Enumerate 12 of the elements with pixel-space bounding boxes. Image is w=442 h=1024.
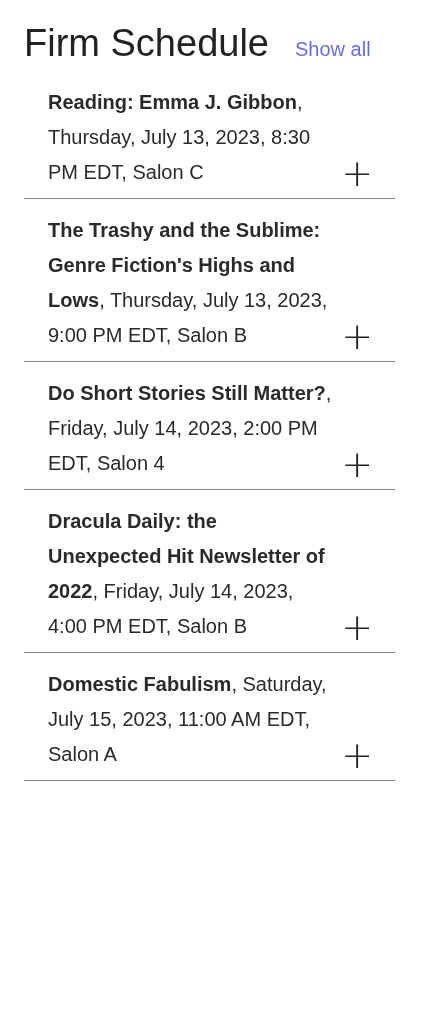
event-description: Reading: Emma J. Gibbon, Thursday, July 13, 2023, 8:30 PM EDT, Salon C [48,90,311,185]
page-title: Firm Schedule [24,22,269,65]
add-button[interactable]: + [339,738,375,772]
add-button[interactable]: + [339,610,375,644]
event-description: Do Short Stories Still Matter?, Friday, July 14, 2023, 2:00 PM EDT, Salon 4 [48,381,333,476]
show-all-link[interactable]: Show all [295,38,371,61]
add-button[interactable]: + [339,319,375,353]
event-description: The Trashy and the Sublime: Genre Fiction's Highs and Lows, Thursday, July 13, 2023, 9:00 PM EDT, Salon B [48,218,329,348]
add-button[interactable]: + [339,156,375,190]
add-button[interactable]: + [339,447,375,481]
event-description: Domestic Fabulism, Saturday, July 15, 2023, 11:00 AM EDT, Salon A [48,672,328,767]
event-description: Dracula Daily: the Unexpected Hit Newsletter of 2022, Friday, July 14, 2023, 4:00 PM EDT, Salon B [48,509,326,639]
